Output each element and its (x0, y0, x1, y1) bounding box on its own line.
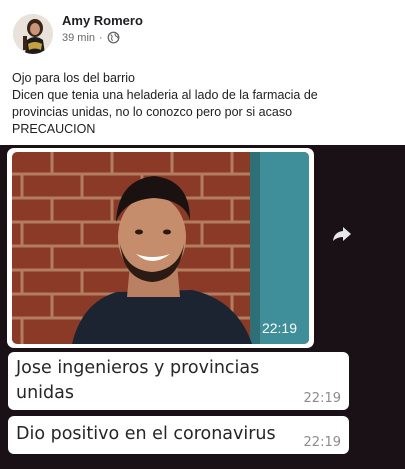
meta-separator: · (99, 31, 103, 44)
message-timestamp: 22:19 (303, 391, 341, 406)
message-text: Dio positivo en el coronavirus (16, 424, 276, 444)
photo-message-bubble[interactable]: 22:19 (7, 148, 314, 348)
globe-icon[interactable] (107, 31, 120, 44)
author-avatar[interactable] (13, 14, 53, 54)
shared-photo[interactable]: 22:19 (12, 152, 309, 344)
post-line: PRECAUCION (12, 122, 96, 136)
post-header: Amy Romero 39 min · (0, 0, 405, 62)
chat-message[interactable]: Jose ingenieros y provincias unidas 22:1… (8, 352, 349, 410)
post-meta: 39 min · (62, 31, 120, 44)
forward-arrow-icon[interactable] (326, 219, 356, 249)
post-line: provincias unidas, no lo conozco pero po… (12, 105, 293, 119)
post-line: Dicen que tenia una heladeria al lado de… (12, 88, 318, 102)
post-body: Ojo para los del barrio Dicen que tenia … (12, 70, 397, 138)
post-time[interactable]: 39 min (62, 32, 95, 44)
message-timestamp: 22:19 (303, 435, 341, 450)
photo-timestamp: 22:19 (261, 320, 297, 336)
message-text: Jose ingenieros y provincias unidas (16, 358, 260, 403)
chat-screenshot[interactable]: 22:19 Jose ingenieros y provincias unida… (0, 145, 405, 469)
chat-message[interactable]: Dio positivo en el coronavirus 22:19 (8, 416, 349, 454)
author-name[interactable]: Amy Romero (62, 13, 143, 28)
post-line: Ojo para los del barrio (12, 71, 135, 85)
